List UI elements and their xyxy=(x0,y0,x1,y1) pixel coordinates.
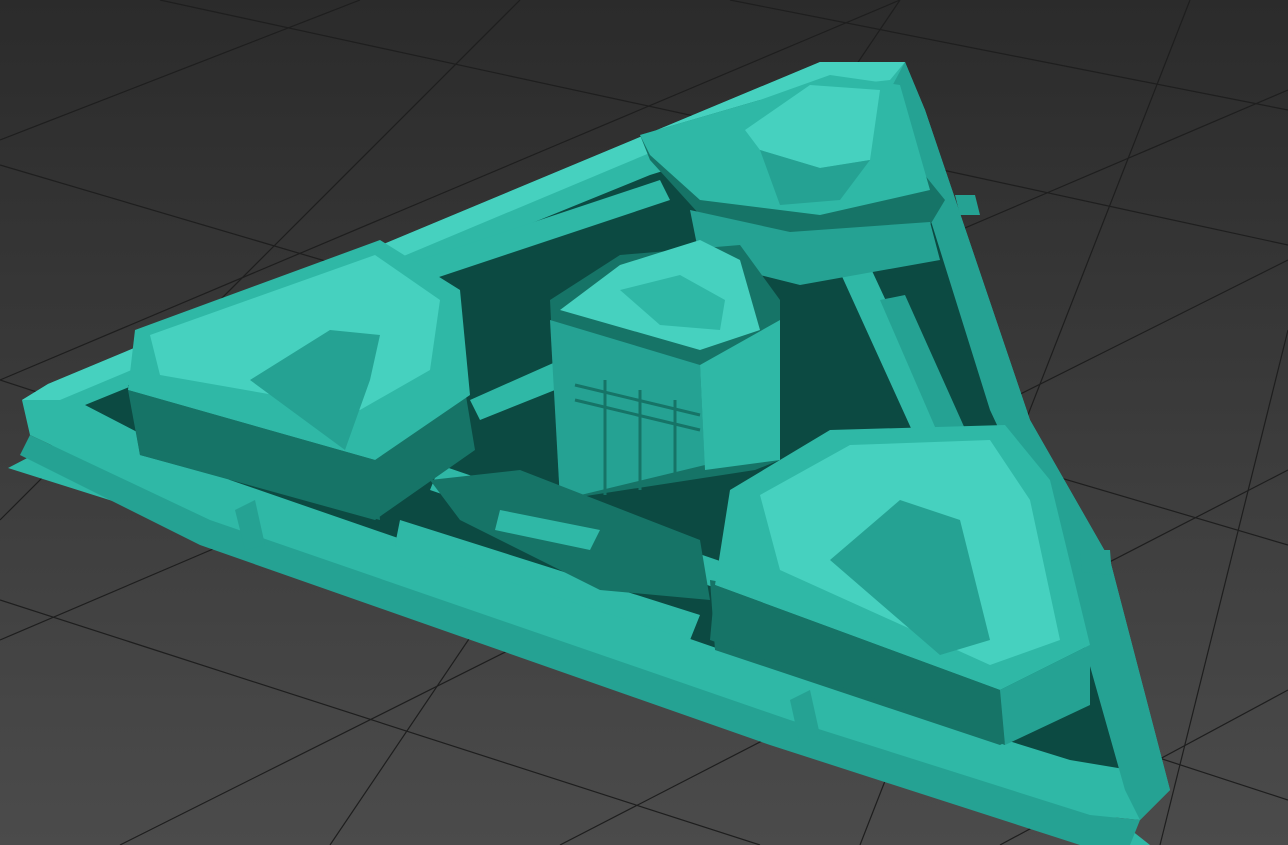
center-tower xyxy=(550,240,780,500)
viewport-canvas[interactable] xyxy=(0,0,1288,845)
support-leg-3 xyxy=(1080,550,1112,575)
3d-viewport[interactable] xyxy=(0,0,1288,845)
